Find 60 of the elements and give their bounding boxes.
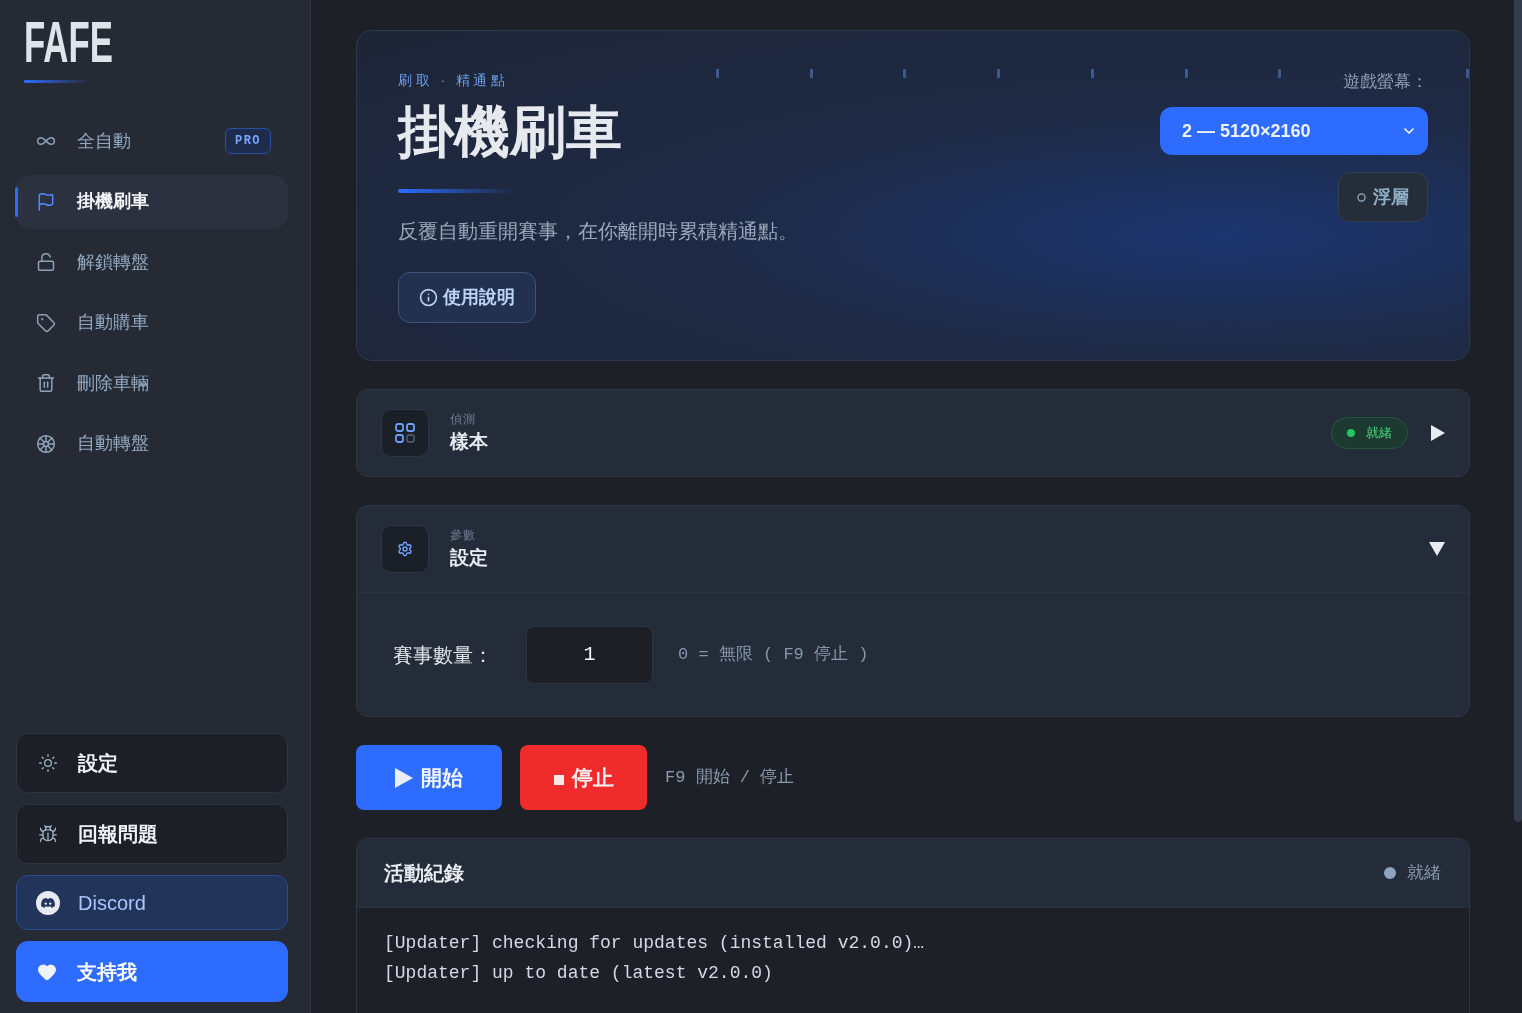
accent-line <box>24 80 90 83</box>
field-label: 賽事數量： <box>393 642 493 668</box>
discord-link[interactable]: Discord <box>16 875 288 930</box>
page-title: 掛機刷車 <box>398 99 622 165</box>
panel-title: 樣本 <box>450 430 488 454</box>
sidebar-button[interactable]: 設定 <box>16 733 288 793</box>
unlocked-padlock-icon <box>36 252 56 273</box>
overlay-button[interactable]: 浮層 <box>1338 172 1428 222</box>
tick-mark <box>1090 69 1094 78</box>
sidebar-nav-item[interactable]: 全自動 PRO <box>15 114 288 168</box>
flag-icon <box>36 191 56 212</box>
sidebar-nav-item[interactable]: 自動購車 <box>15 295 288 350</box>
tick-mark <box>997 69 1001 78</box>
panel-eyebrow: 偵測 <box>450 411 478 427</box>
pro-badge: PRO <box>225 128 271 154</box>
tick-mark <box>903 69 907 78</box>
gear-icon <box>381 525 429 573</box>
log-title: 活動紀錄 <box>384 861 464 886</box>
help-button[interactable]: 使用說明 <box>398 272 536 323</box>
stop-button[interactable]: 停止 <box>520 745 647 810</box>
hotkey-hint: F9 開始 / 停止 <box>665 766 795 789</box>
sidebar-nav-item[interactable]: 解鎖轉盤 <box>15 235 288 290</box>
sidebar-button[interactable]: 支持我 <box>16 941 288 1002</box>
tick-mark <box>716 69 719 78</box>
status-text: 就緒 <box>1407 862 1441 885</box>
discord-icon <box>36 890 60 915</box>
log-line: [Updater] up to date (latest v2.0.0) <box>384 962 773 985</box>
panel-eyebrow: 參數 <box>450 527 478 543</box>
logo-text: FAFE <box>24 14 113 70</box>
active-indicator <box>15 186 18 217</box>
caret-right-icon[interactable] <box>1431 425 1445 441</box>
bug-icon <box>38 824 58 844</box>
sidebar-nav-item[interactable]: 掛機刷車 <box>15 174 288 229</box>
sidebar-nav-item[interactable]: 刪除車輛 <box>15 356 288 411</box>
sidebar-nav-item[interactable]: 自動轉盤 <box>15 416 288 471</box>
hero-eyebrow: 刷取 · 精通點 <box>398 71 509 90</box>
tick-mark <box>1184 69 1188 78</box>
start-button[interactable]: 開始 <box>356 745 502 810</box>
stop-icon <box>553 774 564 785</box>
panel-title: 設定 <box>450 546 488 570</box>
sidebar-button[interactable]: 回報問題 <box>16 804 288 864</box>
info-icon <box>419 288 438 307</box>
screen-label: 遊戲螢幕： <box>1343 71 1428 93</box>
scrollbar-thumb[interactable] <box>1514 0 1522 822</box>
log-line: [Updater] checking for updates (installed v2.0.0)… <box>384 932 925 955</box>
tick-mark <box>1278 69 1282 78</box>
page-description: 反覆自動重開賽事，在你離開時累積精通點。 <box>398 219 798 244</box>
trash-icon <box>36 373 56 394</box>
field-hint: 0 = 無限 ( F9 停止 ) <box>678 643 869 666</box>
status-text: 就緒 <box>1366 424 1392 443</box>
tick-mark <box>1465 69 1469 78</box>
tick-mark <box>809 69 813 78</box>
tag-icon <box>36 312 56 333</box>
grid-icon <box>381 409 429 457</box>
caret-down-icon[interactable] <box>1429 542 1445 556</box>
count-input[interactable]: 1 <box>526 625 653 684</box>
sun-icon <box>38 753 58 773</box>
wheel-icon <box>36 433 56 454</box>
screen-select[interactable]: 2 — 5120×2160 <box>1160 107 1428 155</box>
play-icon <box>395 767 413 788</box>
